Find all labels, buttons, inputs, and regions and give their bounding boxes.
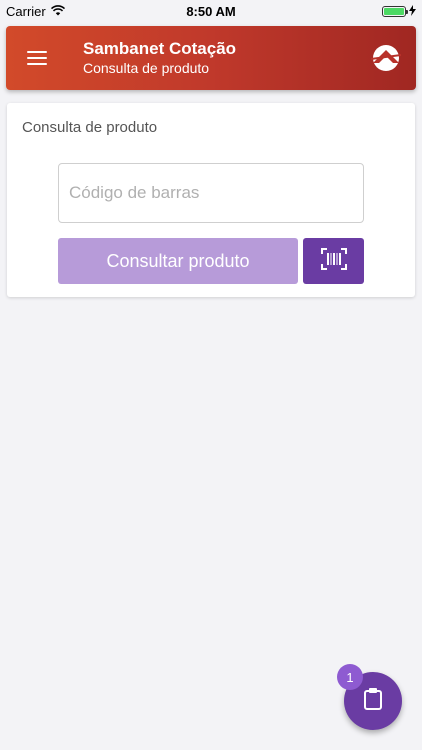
status-right: [382, 4, 416, 19]
menu-icon: [27, 47, 47, 69]
app-bar: Sambanet Cotação Consulta de produto: [6, 26, 416, 90]
consult-product-button[interactable]: Consultar produto: [58, 238, 298, 284]
menu-button[interactable]: [6, 26, 68, 90]
wifi-icon: [50, 4, 65, 19]
logo-icon: [364, 36, 408, 80]
barcode-input[interactable]: [58, 163, 364, 223]
clipboard-icon: [363, 687, 383, 716]
product-lookup-card: Consulta de produto Consultar produto: [7, 103, 415, 297]
card-title: Consulta de produto: [22, 119, 158, 136]
app-bar-titles: Sambanet Cotação Consulta de produto: [68, 39, 364, 77]
status-bar: Carrier 8:50 AM: [0, 0, 422, 22]
status-left: Carrier: [6, 4, 65, 19]
battery-icon: [382, 5, 408, 17]
scan-barcode-button[interactable]: [303, 238, 364, 284]
app-title: Sambanet Cotação: [83, 39, 237, 58]
carrier-label: Carrier: [6, 3, 46, 19]
charging-icon: [409, 4, 416, 19]
fab-badge: 1: [337, 664, 363, 690]
barcode-scan-icon: [320, 247, 347, 275]
app-subtitle: Consulta de produto: [83, 60, 210, 76]
